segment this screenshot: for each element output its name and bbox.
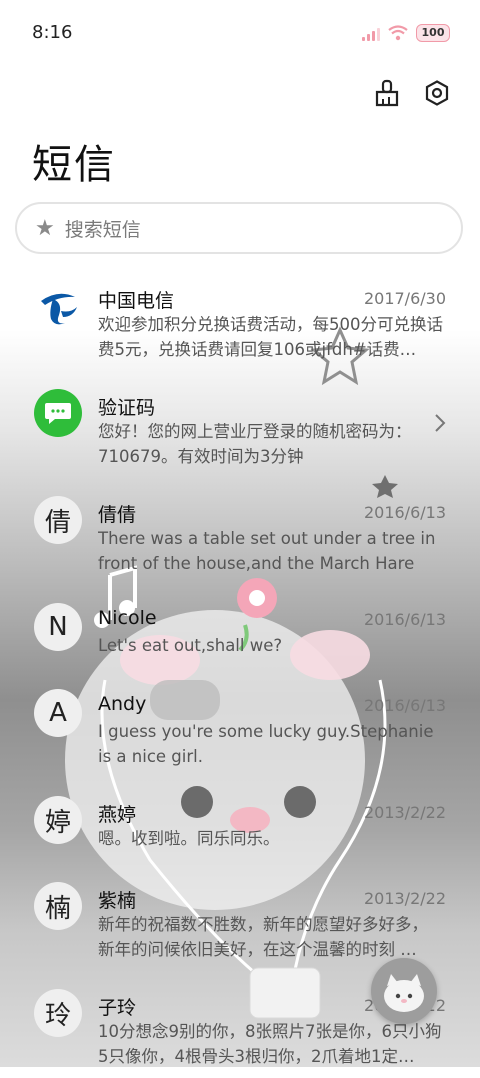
status-time: 8:16 — [32, 22, 73, 43]
conversation-row[interactable]: 中国电信 2017/6/30 欢迎参加积分兑换话费活动，每500分可兑换话费5元… — [0, 264, 480, 371]
message-date: 2013/2/22 — [363, 889, 446, 908]
wifi-icon — [388, 25, 408, 41]
message-preview: 欢迎参加积分兑换话费活动，每500分可兑换话费5元，兑换话费请回复106或jfd… — [98, 315, 443, 359]
contact-avatar: A — [34, 689, 82, 737]
conversation-row[interactable]: 婷 燕婷 2013/2/22 嗯。收到啦。同乐同乐。 — [0, 778, 480, 864]
contact-avatar: 楠 — [34, 882, 82, 930]
contact-avatar: N — [34, 603, 82, 651]
message-preview: I guess you're some lucky guy.Stephanie … — [98, 722, 434, 766]
status-icons: 100 — [362, 24, 450, 42]
contact-avatar: 倩 — [34, 496, 82, 544]
message-date: 2016/6/13 — [363, 503, 446, 522]
top-actions — [372, 78, 452, 108]
conversation-row[interactable]: 倩 倩倩 2016/6/13 There was a table set out… — [0, 478, 480, 585]
signal-icon — [362, 25, 380, 41]
chevron-right-icon[interactable] — [434, 413, 446, 433]
conversation-list: 中国电信 2017/6/30 欢迎参加积分兑换话费活动，每500分可兑换话费5元… — [0, 264, 480, 1078]
star-icon: ★ — [35, 215, 55, 241]
contact-name: 中国电信 — [98, 290, 175, 312]
conversation-row[interactable]: 验证码 您好！您的网上营业厅登录的随机密码为：710679。有效时间为3分钟 — [0, 371, 480, 478]
conversation-row[interactable]: N Nicole 2016/6/13 Let's eat out,shall w… — [0, 585, 480, 671]
contact-name: Nicole — [98, 607, 157, 629]
settings-gear-icon[interactable] — [422, 78, 452, 108]
conversation-row[interactable]: 楠 紫楠 2013/2/22 新年的祝福数不胜数，新年的愿望好多好多，新年的问候… — [0, 864, 480, 971]
message-preview: 新年的祝福数不胜数，新年的愿望好多好多，新年的问候依旧美好，在这个温馨的时刻 … — [98, 915, 428, 959]
message-date: 2017/6/30 — [363, 289, 446, 308]
battery-indicator: 100 — [416, 24, 450, 42]
new-message-button[interactable] — [371, 958, 437, 1024]
message-preview: 10分想念9别的你，8张照片7张是你，6只小狗5只像你，4根骨头3根归你，2爪着… — [98, 1022, 442, 1066]
green-chat-bubble-icon — [34, 389, 82, 437]
message-preview: 嗯。收到啦。同乐同乐。 — [98, 829, 280, 848]
message-preview: 您好！您的网上营业厅登录的随机密码为：710679。有效时间为3分钟 — [98, 422, 412, 466]
message-preview: Let's eat out,shall we? — [98, 636, 283, 655]
contact-name: 燕婷 — [98, 804, 137, 826]
conversation-row[interactable]: A Andy 2016/6/13 I guess you're some luc… — [0, 671, 480, 778]
status-bar: 8:16 100 — [0, 0, 480, 68]
china-telecom-logo-icon — [34, 282, 82, 330]
contact-avatar: 婷 — [34, 796, 82, 844]
contact-name: 子玲 — [98, 997, 137, 1019]
contact-name: 紫楠 — [98, 890, 137, 912]
contact-name: 验证码 — [98, 397, 156, 419]
contact-name: 倩倩 — [98, 504, 137, 526]
search-placeholder: 搜索短信 — [64, 218, 141, 241]
message-date: 2013/2/22 — [363, 803, 446, 822]
search-bar[interactable]: ★ 搜索短信 — [15, 202, 463, 254]
clean-brush-icon[interactable] — [372, 78, 402, 108]
message-preview: There was a table set out under a tree i… — [98, 529, 436, 573]
contact-name: Andy — [98, 693, 147, 715]
cat-avatar-icon — [384, 974, 424, 1012]
message-date: 2016/6/13 — [363, 610, 446, 629]
contact-avatar: 玲 — [34, 989, 82, 1037]
page-title: 短信 — [32, 142, 116, 188]
message-date: 2016/6/13 — [363, 696, 446, 715]
